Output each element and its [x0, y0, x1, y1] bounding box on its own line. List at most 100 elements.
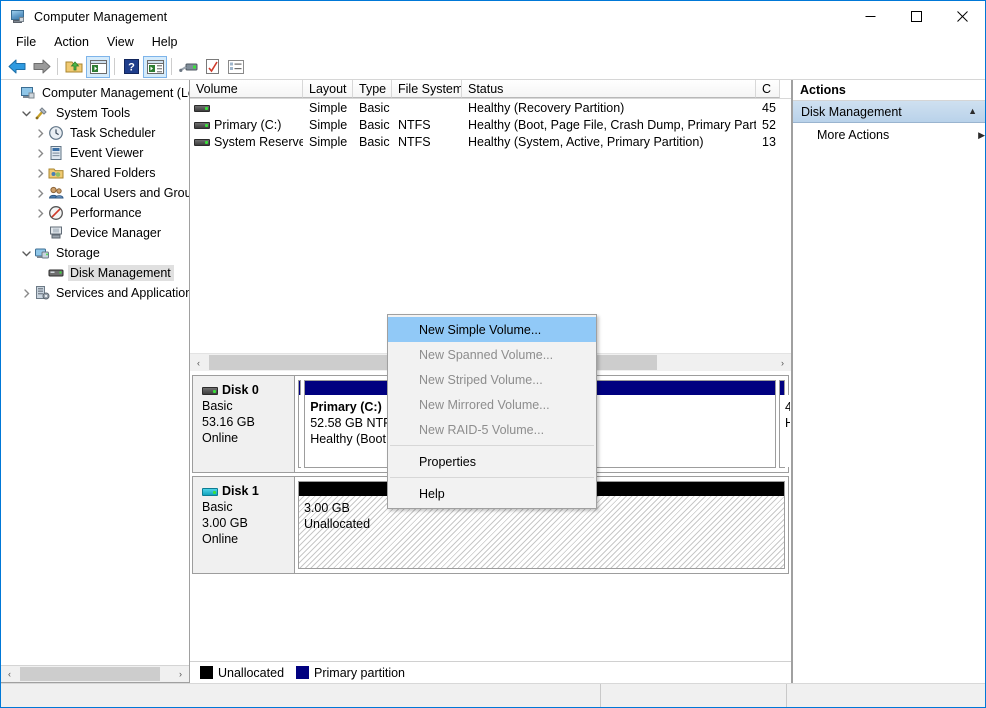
show-hide-action-pane-icon[interactable] [143, 56, 167, 78]
legend-item: Unallocated [200, 666, 284, 680]
clock-icon [48, 125, 64, 141]
actions-item-more-actions[interactable]: More Actions ▶ [793, 123, 985, 147]
chevron-right-icon[interactable]: ▶ [978, 131, 985, 140]
tree-scroll-right-button[interactable]: › [172, 666, 189, 682]
partition-legend: UnallocatedPrimary partition [190, 661, 791, 683]
chevron-down-icon[interactable] [18, 109, 34, 118]
properties-icon[interactable] [200, 56, 224, 78]
disk-size-label: 3.00 GB [202, 515, 294, 531]
forward-icon[interactable] [29, 56, 53, 78]
context-menu-item-new-simple-volume[interactable]: New Simple Volume... [388, 317, 596, 342]
disk-info-panel[interactable]: Disk 1Basic3.00 GBOnline [193, 477, 295, 573]
tree-item-label: Services and Applications [54, 285, 189, 301]
main-body: Computer Management (Local System ToolsTa… [1, 80, 985, 683]
chevron-right-icon[interactable] [18, 289, 34, 298]
tree-item-shared-folders[interactable]: Shared Folders [1, 163, 189, 183]
tree-item-storage[interactable]: Storage [1, 243, 189, 263]
menu-file[interactable]: File [7, 33, 45, 53]
storage-icon [34, 245, 50, 261]
tree-item-label: Performance [68, 205, 145, 221]
tree-item-computer-management-local[interactable]: Computer Management (Local [1, 83, 189, 103]
show-hide-tree-icon[interactable] [86, 56, 110, 78]
console-tree-panel: Computer Management (Local System ToolsTa… [1, 80, 190, 683]
volume-list-header[interactable]: VolumeLayoutTypeFile SystemStatusC [190, 80, 791, 99]
tree-horizontal-scrollbar[interactable]: ‹ › [1, 665, 189, 682]
system-tools-icon [34, 105, 50, 121]
volume-scroll-right-button[interactable]: › [774, 354, 791, 371]
context-menu-item-help[interactable]: Help [388, 481, 596, 506]
volume-column-header-c[interactable]: C [756, 80, 780, 98]
tree-item-services-and-applications[interactable]: Services and Applications [1, 283, 189, 303]
title-bar: Computer Management [1, 1, 985, 32]
chevron-right-icon[interactable] [32, 129, 48, 138]
volume-column-header-type[interactable]: Type [353, 80, 392, 98]
volume-icon [194, 100, 210, 116]
volume-column-header-volume[interactable]: Volume [190, 80, 303, 98]
disk-management-icon [48, 265, 64, 281]
volume-column-header-layout[interactable]: Layout [303, 80, 353, 98]
maximize-button[interactable] [893, 1, 939, 32]
context-menu-item-properties[interactable]: Properties [388, 449, 596, 474]
volume-row[interactable]: Primary (C:)SimpleBasicNTFSHealthy (Boot… [190, 116, 791, 133]
chevron-right-icon[interactable] [32, 189, 48, 198]
volume-column-header-status[interactable]: Status [462, 80, 756, 98]
disk-type-label: Basic [202, 398, 294, 414]
tree-item-label: Storage [54, 245, 103, 261]
services-icon [34, 285, 50, 301]
volume-cell-type: Basic [353, 118, 392, 132]
volume-scroll-left-button[interactable]: ‹ [190, 354, 207, 371]
volume-name-label: System Reserved [214, 135, 303, 149]
toolbar: ? [1, 54, 985, 80]
computer-management-window: Computer Management File Action View Hel… [0, 0, 986, 708]
chevron-up-icon[interactable]: ▲ [968, 107, 977, 116]
menu-view[interactable]: View [98, 33, 143, 53]
disk-type-label: Basic [202, 499, 294, 515]
partition-context-menu[interactable]: New Simple Volume...New Spanned Volume..… [387, 314, 597, 509]
tree-item-label: Device Manager [68, 225, 164, 241]
disk-info-panel[interactable]: Disk 0Basic53.16 GBOnline [193, 376, 295, 472]
users-icon [48, 185, 64, 201]
close-button[interactable] [939, 1, 985, 32]
volume-cell-capacity: 52 [756, 118, 780, 132]
rescan-disks-icon[interactable] [176, 56, 200, 78]
tree-item-performance[interactable]: Performance [1, 203, 189, 223]
tree-item-disk-management[interactable]: Disk Management [1, 263, 189, 283]
tree-scroll-track[interactable] [18, 666, 172, 682]
tree-item-device-manager[interactable]: Device Manager [1, 223, 189, 243]
menu-help[interactable]: Help [143, 33, 187, 53]
device-manager-icon [48, 225, 64, 241]
volume-name-label: Primary (C:) [214, 118, 281, 132]
back-icon[interactable] [5, 56, 29, 78]
tree-item-system-tools[interactable]: System Tools [1, 103, 189, 123]
menu-action[interactable]: Action [45, 33, 98, 53]
console-tree[interactable]: Computer Management (Local System ToolsTa… [1, 80, 189, 665]
tree-item-label: Event Viewer [68, 145, 146, 161]
chevron-right-icon[interactable] [32, 209, 48, 218]
tree-item-local-users-and-groups[interactable]: Local Users and Groups [1, 183, 189, 203]
minimize-button[interactable] [847, 1, 893, 32]
chevron-right-icon[interactable] [32, 149, 48, 158]
context-menu-separator [390, 477, 594, 478]
tree-item-label: Local Users and Groups [68, 185, 189, 201]
tree-item-label: Disk Management [68, 265, 174, 281]
actions-group-disk-management[interactable]: Disk Management ▲ [793, 101, 985, 123]
chevron-right-icon[interactable] [32, 169, 48, 178]
tree-scroll-thumb[interactable] [20, 667, 160, 681]
legend-label: Unallocated [218, 666, 284, 680]
volume-row[interactable]: SimpleBasicHealthy (Recovery Partition)4… [190, 99, 791, 116]
chevron-down-icon[interactable] [18, 249, 34, 258]
tree-item-event-viewer[interactable]: Event Viewer [1, 143, 189, 163]
list-view-icon[interactable] [224, 56, 248, 78]
volume-column-header-file-system[interactable]: File System [392, 80, 462, 98]
tree-item-task-scheduler[interactable]: Task Scheduler [1, 123, 189, 143]
volume-row[interactable]: System ReservedSimpleBasicNTFSHealthy (S… [190, 133, 791, 150]
tree-scroll-left-button[interactable]: ‹ [1, 666, 18, 682]
partition-block[interactable]: System Reserved133 MB NTFSHealthy (Syste… [298, 380, 301, 468]
help-icon[interactable]: ? [119, 56, 143, 78]
disk-name-label: Disk 0 [222, 382, 259, 398]
partition-block[interactable]: 450 MBHealthy (Recovery Part [779, 380, 785, 468]
toolbar-separator [57, 58, 58, 75]
up-folder-icon[interactable] [62, 56, 86, 78]
volume-cell-filesystem: NTFS [392, 118, 462, 132]
tree-item-label: Computer Management (Local [40, 85, 189, 101]
